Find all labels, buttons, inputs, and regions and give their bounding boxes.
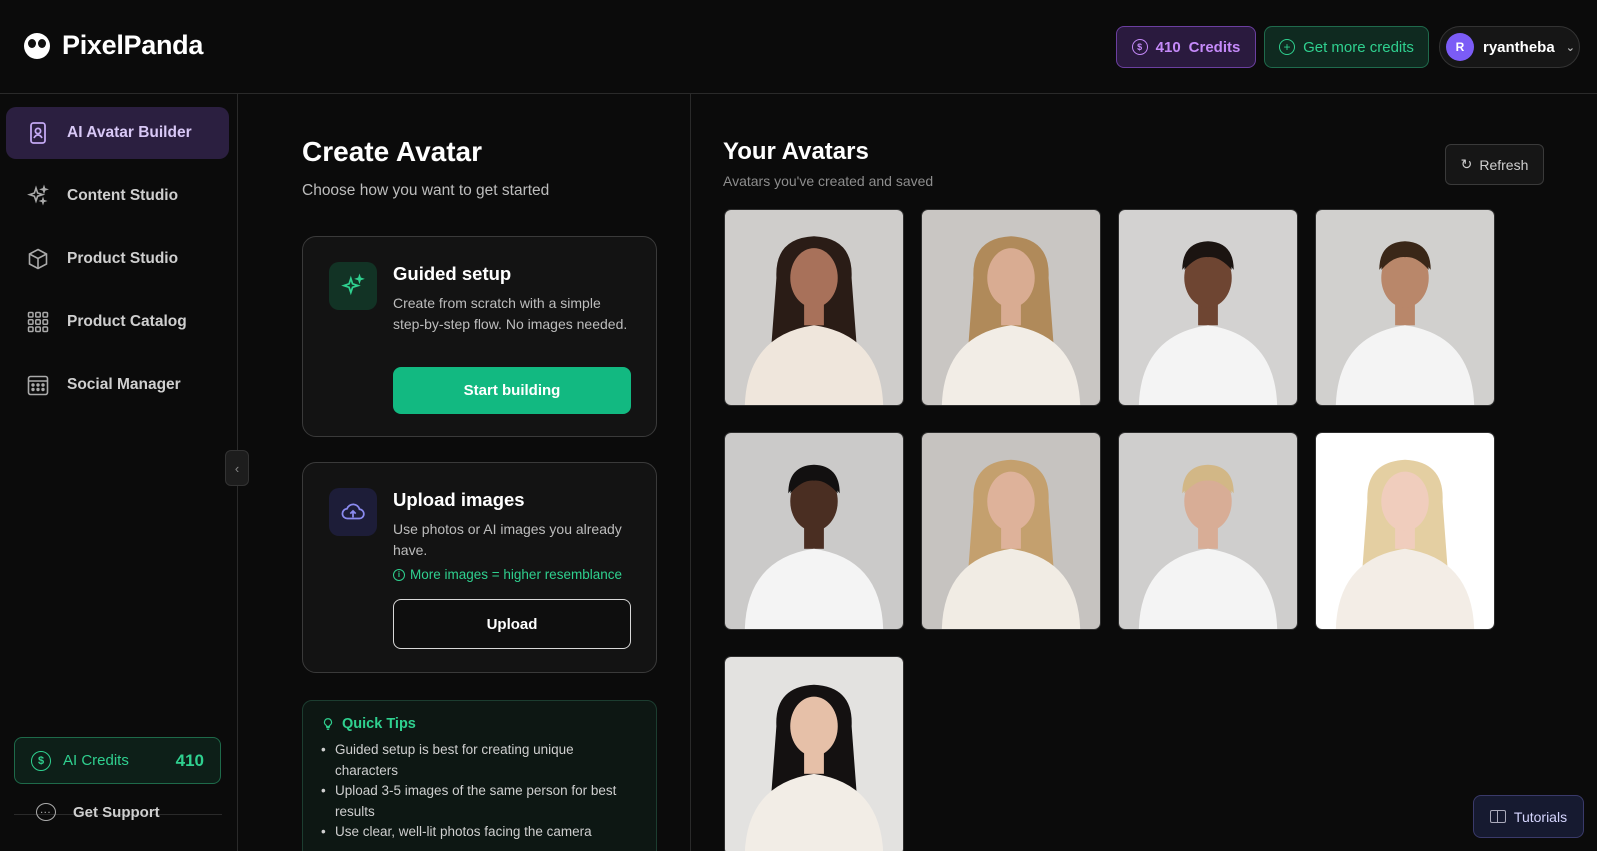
guided-setup-title: Guided setup [393,263,512,284]
user-avatar: R [1446,33,1474,61]
page-title: Create Avatar [302,136,483,167]
brand-name: PixelPanda [62,30,204,60]
top-header: PixelPanda $ 410 Credits + Get more cred… [0,0,1597,94]
sidebar-item-label: Social Manager [67,376,181,393]
quick-tips-list: Guided setup is best for creating unique… [321,740,638,843]
sidebar-item-label: Product Catalog [67,313,187,330]
ai-credits-label: AI Credits [63,752,129,769]
start-building-button[interactable]: Start building [393,367,631,414]
avatars-subtitle: Avatars you've created and saved [723,173,934,189]
sidebar-item-content-studio[interactable]: Content Studio [6,170,229,222]
avatar-thumbnail[interactable] [724,209,904,406]
box-icon [26,247,50,271]
chat-bubble-icon: ··· [36,803,56,821]
avatar-thumbnail[interactable] [1315,432,1495,630]
coin-icon: $ [1131,39,1148,55]
calendar-icon [26,373,50,397]
lightbulb-icon [323,718,333,730]
refresh-button[interactable]: ↻ Refresh [1445,144,1544,185]
avatar-thumbnail[interactable] [921,432,1101,630]
get-more-credits-label: Get more credits [1303,38,1414,56]
brand-logo[interactable]: PixelPanda [24,30,203,61]
tutorials-label: Tutorials [1513,808,1568,825]
credits-label: Credits [1188,38,1241,56]
sparkles-icon [329,262,377,310]
get-support-link[interactable]: ··· Get Support [36,803,160,821]
sidebar-item-label: Product Studio [67,250,179,267]
credits-pill[interactable]: $ 410 Credits [1116,26,1256,68]
refresh-icon: ↻ [1460,156,1473,172]
tip-item: Upload 3-5 images of the same person for… [321,781,638,822]
upload-images-card: Upload images Use photos or AI images yo… [302,462,657,673]
get-more-credits-button[interactable]: + Get more credits [1264,26,1429,68]
quick-tips-header: Quick Tips [321,716,638,732]
ai-credits-value: 410 [175,750,204,770]
sidebar: AI Avatar Builder Content Studio Product… [0,94,238,851]
resemblance-hint: i More images = higher resemblance [393,567,622,582]
guided-setup-card: Guided setup Create from scratch with a … [302,236,657,437]
info-icon: i [393,568,405,581]
sparkles-icon [26,184,50,208]
avatar-thumbnail[interactable] [724,656,904,851]
sidebar-item-label: AI Avatar Builder [67,124,192,141]
page-subtitle: Choose how you want to get started [302,182,550,199]
quick-tips-panel: Quick Tips Guided setup is best for crea… [302,700,657,851]
upload-button[interactable]: Upload [393,599,631,649]
avatar-thumbnail[interactable] [1315,209,1495,406]
get-support-label: Get Support [73,803,160,821]
panda-logo-icon [24,32,50,59]
tip-item: Use clear, well-lit photos facing the ca… [321,822,638,843]
sidebar-item-product-catalog[interactable]: Product Catalog [6,296,229,348]
grid-icon [26,310,50,334]
create-avatar-panel: Create Avatar Choose how you want to get… [238,94,691,851]
tutorials-button[interactable]: Tutorials [1473,795,1584,838]
avatar-thumbnail[interactable] [1118,209,1298,406]
sidebar-item-social-manager[interactable]: Social Manager [6,359,229,411]
chevron-down-icon: ⌄ [1565,41,1575,54]
quick-tips-title: Quick Tips [342,716,416,732]
refresh-label: Refresh [1479,156,1529,173]
avatar-badge-icon [26,121,50,145]
sidebar-item-product-studio[interactable]: Product Studio [6,233,229,285]
tip-item: Guided setup is best for creating unique… [321,740,638,781]
username: ryantheba [1483,38,1555,56]
sidebar-item-ai-avatar-builder[interactable]: AI Avatar Builder [6,107,229,159]
avatars-title: Your Avatars [723,138,869,165]
upload-images-title: Upload images [393,489,525,510]
credits-value: 410 [1155,38,1181,56]
coin-icon: $ [31,750,51,771]
resemblance-hint-text: More images = higher resemblance [410,567,622,582]
cloud-upload-icon [329,488,377,536]
user-menu-button[interactable]: R ryantheba ⌄ [1439,26,1580,68]
avatar-thumbnail[interactable] [1118,432,1298,630]
avatar-thumbnail[interactable] [921,209,1101,406]
sidebar-item-label: Content Studio [67,187,179,204]
plus-circle-icon: + [1279,39,1296,55]
ai-credits-panel[interactable]: $ AI Credits 410 [14,737,221,784]
book-open-icon [1489,810,1506,823]
avatar-thumbnail[interactable] [724,432,904,630]
guided-setup-description: Create from scratch with a simple step-b… [393,295,628,332]
upload-images-description: Use photos or AI images you already have… [393,521,622,558]
